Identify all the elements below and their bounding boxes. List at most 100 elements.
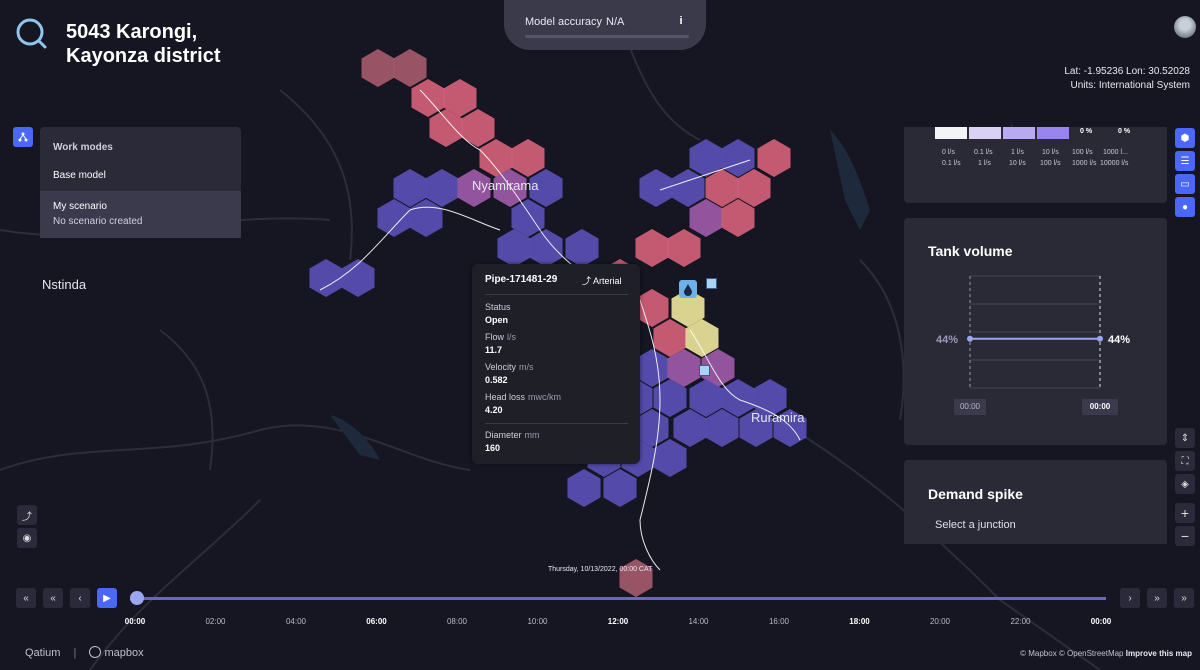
attribution-text[interactable]: © Mapbox © OpenStreetMap <box>1020 649 1123 658</box>
legend-range-max: 100 l/s <box>1040 160 1061 167</box>
valve-marker[interactable] <box>706 278 717 289</box>
status-value: Open <box>485 315 509 325</box>
timeline-tick: 00:00 <box>1090 617 1112 626</box>
title-line-1: 5043 Karongi, <box>66 21 198 43</box>
timeline-tick: 16:00 <box>768 617 790 626</box>
timeline-tick: 00:00 <box>124 617 146 626</box>
pipe-type-label: Arterial <box>593 276 622 286</box>
fast-forward-icon[interactable]: » <box>1147 588 1167 608</box>
step-back-icon[interactable]: ‹ <box>70 588 90 608</box>
mapbox-wordmark: mapbox <box>104 647 144 659</box>
flow-label: Flow l/s <box>485 332 516 342</box>
timeline-tick: 02:00 <box>205 617 226 626</box>
fullscreen-icon[interactable]: ⛶ <box>1175 451 1195 471</box>
flow-unit: l/s <box>507 332 517 342</box>
timeline-date: Thursday, 10/13/2022, 00:00 CAT <box>548 566 653 573</box>
timeline-tick: 12:00 <box>607 617 629 626</box>
tank-end-time: 00:00 <box>1082 399 1118 415</box>
diameter-label-text: Diameter <box>485 430 522 440</box>
velocity-value: 0.582 <box>485 375 508 385</box>
qatium-logo-icon[interactable] <box>14 16 48 50</box>
headloss-label-text: Head loss <box>485 392 526 402</box>
tank-left-value: 44% <box>936 334 959 346</box>
lat-lon: Lat: -1.95236 Lon: 30.52028 <box>1064 66 1190 77</box>
my-scenario-title: My scenario <box>53 201 107 212</box>
work-modes-heading: Work modes <box>53 142 113 153</box>
diameter-unit: mm <box>524 430 540 440</box>
velocity-label: Velocity m/s <box>485 362 534 372</box>
divider <box>485 423 628 424</box>
tank-level-point <box>967 335 973 342</box>
my-scenario-item[interactable]: My scenario No scenario created <box>40 191 241 238</box>
legend-range-min: 0.1 l/s <box>974 149 993 156</box>
circle-layer-icon[interactable]: ● <box>1175 197 1195 217</box>
improve-map-link[interactable]: Improve this map <box>1126 649 1192 658</box>
my-scenario-sub: No scenario created <box>53 216 143 227</box>
network-icon-glyph <box>18 132 28 142</box>
legend-range-max: 10000 l/s <box>1100 160 1129 167</box>
3d-cube-icon[interactable]: ◈ <box>1175 474 1195 494</box>
map-label-ruramira: Ruramira <box>751 410 805 425</box>
timeline-handle[interactable] <box>130 591 144 605</box>
demand-spike-title: Demand spike <box>928 486 1023 502</box>
rewind-icon[interactable]: « <box>43 588 63 608</box>
valve-marker[interactable] <box>699 365 710 376</box>
legend-range-max: 0.1 l/s <box>942 160 961 167</box>
timeline-tick: 20:00 <box>929 617 951 626</box>
legend-range-min: 0 l/s <box>942 149 955 156</box>
model-accuracy-value: N/A <box>606 16 625 28</box>
footer-divider: | <box>73 647 77 659</box>
map-label-nyamirama: Nyamirama <box>472 178 539 193</box>
page-title: 5043 Karongi, Kayonza district <box>66 20 220 68</box>
title-line-2: Kayonza district <box>66 45 221 67</box>
model-accuracy-panel: Model accuracy N/A i <box>504 0 706 50</box>
hexagon-layer-icon[interactable]: ⬢ <box>1175 128 1195 148</box>
model-accuracy-bar <box>525 35 689 38</box>
diameter-label: Diameter mm <box>485 430 540 440</box>
pipe-tool-icon[interactable]: ⤴ <box>17 505 37 525</box>
timeline-track[interactable] <box>130 597 1106 600</box>
units: Units: International System <box>1070 80 1191 91</box>
tank-level-point <box>1097 335 1103 342</box>
network-icon[interactable] <box>13 127 33 147</box>
select-junction-prompt[interactable]: Select a junction <box>935 519 1016 531</box>
flow-label-text: Flow <box>485 332 505 342</box>
zoom-in-icon[interactable]: + <box>1175 503 1195 523</box>
tank-marker[interactable] <box>679 280 697 298</box>
pipe-name: Pipe-171481-29 <box>485 274 558 285</box>
avatar[interactable] <box>1174 16 1196 38</box>
timeline-tick: 10:00 <box>527 617 548 626</box>
zoom-out-icon[interactable]: − <box>1175 526 1195 546</box>
tank-volume-chart <box>967 275 1103 390</box>
eye-icon[interactable]: ◉ <box>17 528 37 548</box>
timeline-tick: 14:00 <box>688 617 709 626</box>
legend-range-min: 100 l/s <box>1072 149 1093 156</box>
status-label: Status <box>485 302 511 312</box>
tank-right-value: 44% <box>1108 334 1131 346</box>
diameter-value: 160 <box>485 443 501 453</box>
timeline-tick: 22:00 <box>1010 617 1031 626</box>
legend-swatch <box>1003 127 1035 139</box>
headloss-unit: mwc/km <box>528 392 562 402</box>
map-label-nstinda: Nstinda <box>42 277 87 292</box>
legend-pct-2: 0 % <box>1118 128 1131 135</box>
qatium-wordmark: Qatium <box>25 647 61 659</box>
skip-to-start-icon[interactable]: « <box>16 588 36 608</box>
model-accuracy-label: Model accuracy <box>525 16 603 28</box>
timeline-tick: 18:00 <box>849 617 870 626</box>
info-icon[interactable]: i <box>674 14 688 28</box>
base-model-item[interactable]: Base model <box>53 170 106 181</box>
work-modes-panel: Work modes Base model My scenario No sce… <box>40 127 241 238</box>
step-forward-icon[interactable]: › <box>1120 588 1140 608</box>
skip-to-end-icon[interactable]: » <box>1174 588 1194 608</box>
bed-layer-icon[interactable]: ▭ <box>1175 174 1195 194</box>
flow-value: 11.7 <box>485 345 503 355</box>
flow-legend-panel: 0 % 0 % 0 l/s 0.1 l/s 1 l/s 10 l/s 100 l… <box>904 127 1167 203</box>
compass-icon[interactable]: ⇕ <box>1175 428 1195 448</box>
list-layer-icon[interactable]: ☰ <box>1175 151 1195 171</box>
mapbox-logo-icon <box>89 646 102 658</box>
legend-pct-1: 0 % <box>1080 128 1093 135</box>
legend-swatch <box>1037 127 1069 139</box>
play-icon[interactable]: ▶ <box>97 588 117 608</box>
legend-range-min: 1 l/s <box>1011 149 1024 156</box>
